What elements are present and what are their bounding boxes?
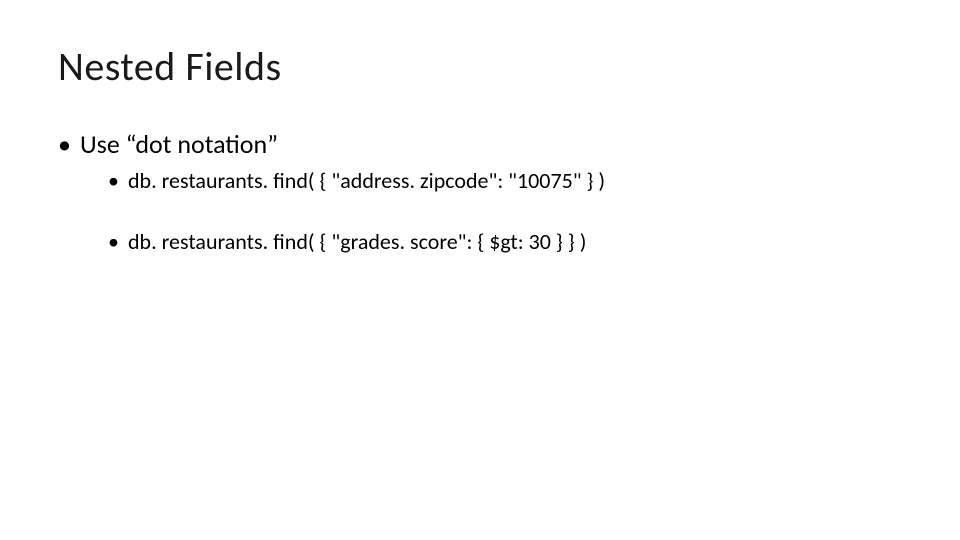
sub-bullet-item: db. restaurants. find( { "address. zipco… [108,166,902,197]
bullet-item: Use “dot notation” db. restaurants. find… [58,127,902,258]
slide-title: Nested Fields [58,42,902,91]
code-example: db. restaurants. find( { "address. zipco… [128,167,605,194]
sub-bullet-item: db. restaurants. find( { "grades. score"… [108,227,902,258]
bullet-list: Use “dot notation” db. restaurants. find… [58,127,902,258]
code-example: db. restaurants. find( { "grades. score"… [128,228,586,255]
sub-bullet-list: db. restaurants. find( { "address. zipco… [108,166,902,258]
slide: Nested Fields Use “dot notation” db. res… [0,0,960,540]
bullet-text: Use “dot notation” [80,128,278,160]
